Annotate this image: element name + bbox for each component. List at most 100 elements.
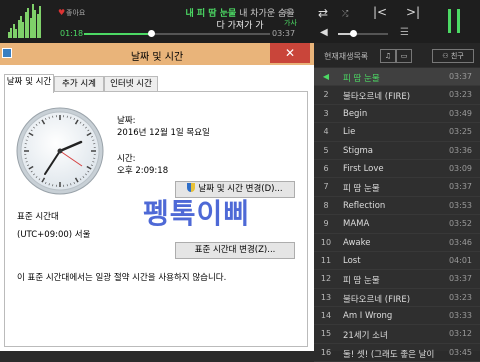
track-title: Am I Wrong: [343, 311, 443, 321]
track-number: 9: [320, 219, 332, 228]
track-duration: 03:49: [449, 109, 472, 118]
track-number: 11: [320, 256, 332, 265]
track-title: Reflection: [343, 201, 443, 211]
playlist-panel: 현재재생목록 ♫ ▭ ⚇ 친구 ◀피 땀 눈물03:37 2 불타오르네 (FIRE…: [314, 43, 480, 351]
track-title: Begin: [343, 109, 443, 119]
playlist-title[interactable]: 현재재생목록: [324, 51, 368, 62]
track-title: Stigma: [343, 146, 443, 156]
dialog-title: 날짜 및 시간: [0, 48, 314, 63]
tab-datetime[interactable]: 날짜 및 시간: [4, 74, 54, 93]
tab-panel: 날짜: 2016년 12월 1일 목요일 시간: 오후 2:09:18 날짜 및…: [4, 91, 308, 347]
track-title: Lie: [343, 127, 443, 137]
progress-fill: [84, 33, 151, 35]
track-title: First Love: [343, 164, 443, 174]
uac-shield-icon: [187, 183, 195, 192]
pause-bar-left: [448, 9, 451, 33]
track-title: 피 땀 눈물: [343, 274, 443, 286]
player-bar: ♥ 좋아요 내 피 땀 눈물 내 차가운 숨을 다 가져가 가 EQ 가사 01…: [0, 0, 480, 43]
playlist-row[interactable]: 4 Lie 03:25: [314, 123, 480, 141]
time-value: 오후 2:09:18: [117, 164, 168, 176]
music-note-icon[interactable]: ♫: [380, 49, 396, 63]
playlist-row[interactable]: 9 MAMA 03:52: [314, 215, 480, 233]
total-time: 03:37: [272, 29, 295, 38]
track-number: 15: [320, 329, 332, 338]
playlist-row[interactable]: 10Awake03:46: [314, 234, 480, 252]
next-icon[interactable]: >|: [406, 5, 420, 19]
pause-button[interactable]: [448, 9, 461, 33]
dialog-titlebar[interactable]: 날짜 및 시간 ✕: [0, 43, 314, 65]
playlist-row[interactable]: 14 Am I Wrong 03:33: [314, 307, 480, 325]
playlist-row[interactable]: 15 21세기 소녀 03:12: [314, 325, 480, 343]
track-number: 4: [320, 127, 332, 136]
track-number: 13: [320, 293, 332, 302]
track-duration: 03:52: [449, 219, 472, 228]
track-duration: 03:37: [449, 182, 472, 191]
playlist-row[interactable]: 2 불타오르네 (FIRE) 03:23: [314, 86, 480, 104]
track-duration: 03:37: [449, 274, 472, 283]
track-title: 둘! 셋! (그래도 좋은 날이: [343, 348, 443, 360]
change-timezone-button[interactable]: 표준 시간대 변경(Z)...: [175, 242, 295, 259]
video-icon[interactable]: ▭: [396, 49, 412, 63]
playlist-row[interactable]: 16 둘! 셋! (그래도 좋은 날이 03:45: [314, 344, 480, 362]
track-title: Lost: [343, 256, 443, 266]
timezone-value: (UTC+09:00) 서울: [17, 228, 90, 240]
repeat-icon[interactable]: ⇄: [318, 6, 328, 20]
playlist-header: 현재재생목록 ♫ ▭ ⚇ 친구: [314, 43, 480, 67]
track-number: 10: [320, 238, 332, 247]
close-button[interactable]: ✕: [270, 43, 310, 63]
track-duration: 03:23: [449, 293, 472, 302]
track-duration: 03:23: [449, 90, 472, 99]
playlist-row[interactable]: 5Stigma03:36: [314, 142, 480, 160]
watermark-text: 펭톡이삐: [143, 192, 250, 232]
tab-additional-clocks[interactable]: 추가 시계: [54, 76, 104, 92]
analog-clock: [15, 106, 105, 196]
menu-icon[interactable]: ☰: [400, 27, 409, 38]
shuffle-icon[interactable]: ⤮: [342, 9, 348, 19]
track-duration: 03:46: [449, 238, 472, 247]
date-value: 2016년 12월 1일 목요일: [117, 126, 210, 138]
track-duration: 03:12: [449, 329, 472, 338]
date-label: 날짜:: [117, 114, 136, 126]
track-duration: 04:01: [449, 256, 472, 265]
track-number: 14: [320, 311, 332, 320]
progress-bar[interactable]: [84, 33, 270, 35]
datetime-dialog: 날짜 및 시간 ✕ 날짜 및 시간 추가 시계 인터넷 시간 날짜: 2016년…: [0, 43, 314, 351]
playlist-row[interactable]: ◀피 땀 눈물03:37: [314, 68, 480, 86]
track-title: MAMA: [343, 219, 443, 229]
eq-button[interactable]: EQ: [284, 8, 294, 16]
track-title: 불타오르네 (FIRE): [343, 90, 443, 102]
current-time: 01:18: [60, 29, 83, 38]
track-duration: 03:45: [449, 348, 472, 357]
track-number: 3: [320, 109, 332, 118]
timezone-heading: 표준 시간대: [17, 210, 59, 222]
track-number: 2: [320, 90, 332, 99]
friend-button[interactable]: ⚇ 친구: [432, 49, 474, 63]
playlist-row[interactable]: 7 피 땀 눈물 03:37: [314, 178, 480, 196]
dst-note: 이 표준 시간대에서는 일광 절약 시간을 사용하지 않습니다.: [17, 271, 226, 283]
friend-label: 친구: [451, 52, 464, 60]
volume-knob[interactable]: [350, 30, 357, 37]
track-duration: 03:33: [449, 311, 472, 320]
pause-bar-right: [457, 9, 460, 33]
volume-icon[interactable]: ◀: [320, 27, 328, 38]
track-title: 21세기 소녀: [343, 329, 443, 341]
track-number: 16: [320, 348, 332, 357]
playlist-row[interactable]: 11 Lost 04:01: [314, 252, 480, 270]
playlist-row[interactable]: 6First Love03:09: [314, 160, 480, 178]
playlist-row[interactable]: 12피 땀 눈물03:37: [314, 270, 480, 288]
playlist-row[interactable]: 8Reflection03:53: [314, 197, 480, 215]
track-title: 피 땀 눈물: [343, 72, 443, 84]
volume-slider[interactable]: [338, 33, 388, 35]
previous-icon[interactable]: |<: [373, 5, 387, 19]
progress-knob[interactable]: [148, 30, 155, 37]
playlist-row[interactable]: 3 Begin 03:49: [314, 105, 480, 123]
tab-internet-time[interactable]: 인터넷 시간: [104, 76, 158, 92]
time-label: 시간:: [117, 152, 136, 164]
lyrics-button[interactable]: 가사: [284, 18, 297, 28]
track-duration: 03:25: [449, 127, 472, 136]
track-duration: 03:36: [449, 146, 472, 155]
track-title: 피 땀 눈물: [343, 182, 443, 194]
track-number: 7: [320, 182, 332, 191]
track-number: 8: [320, 201, 332, 210]
playlist-row[interactable]: 13불타오르네 (FIRE)03:23: [314, 289, 480, 307]
